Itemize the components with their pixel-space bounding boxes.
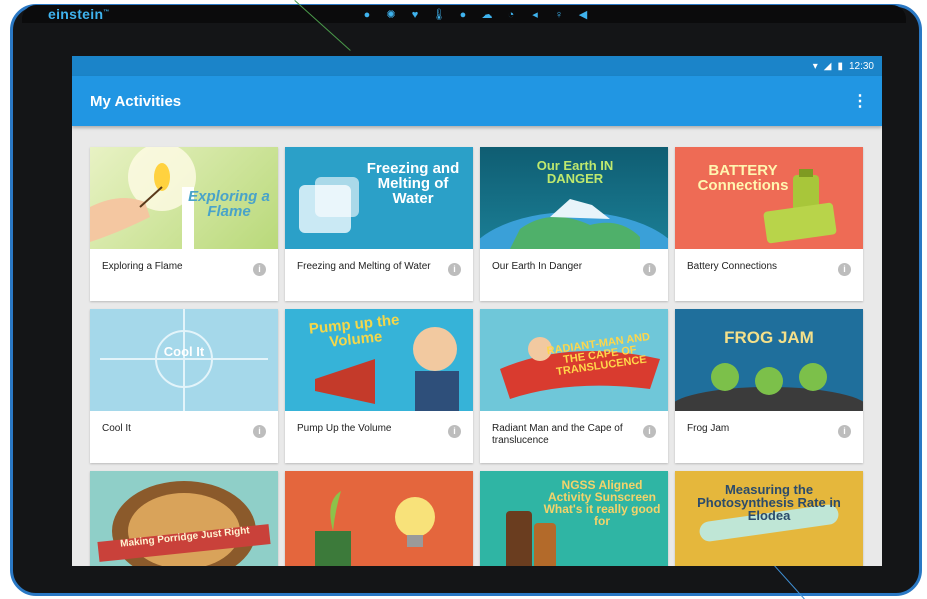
sun-icon: ✺ — [386, 9, 396, 21]
page-title: My Activities — [90, 92, 182, 110]
tablet-device: einstein™ ● ✺ ♥ 🌡 ● ☁ ◔ ◂ ♀ ◀ ▾ ◢ ▮ 12:3… — [0, 0, 927, 599]
tablet-screen: ▾ ◢ ▮ 12:30 My Activities ⋮ Exploring a … — [72, 56, 882, 566]
info-icon[interactable]: i — [643, 425, 656, 438]
activity-thumbnail: Pump up the Volume — [285, 309, 473, 411]
thumbnail-title: NGSS Aligned Activity Sunscreen What's i… — [543, 478, 661, 528]
thumbnail-title: Cool It — [163, 344, 205, 359]
activity-label: Exploring a Flame — [102, 261, 183, 272]
activity-thumbnail: Exploring a Flame — [90, 147, 278, 249]
overflow-menu-icon[interactable]: ⋮ — [852, 91, 868, 111]
activity-label: Cool It — [102, 423, 131, 434]
activity-label: Frog Jam — [687, 423, 730, 434]
activity-card-radiant-man[interactable]: RADIANT-MAN AND THE CAPE OF TRANSLUCENCE… — [480, 309, 668, 463]
signal-icon: ◢ — [823, 60, 832, 72]
activity-thumbnail: BATTERY Connections — [675, 147, 863, 249]
thumbnail-title: Our Earth IN DANGER — [536, 158, 614, 186]
activity-thumbnail: Our Earth IN DANGER — [480, 147, 668, 249]
brand-logo: einstein™ — [48, 6, 110, 22]
arrow-icon: ◂ — [532, 9, 538, 21]
activity-card-freezing-melting[interactable]: Freezing and Melting of Water Freezing a… — [285, 147, 473, 301]
activity-card-elodea[interactable]: Measuring the Photosynthesis Rate in Elo… — [675, 471, 863, 566]
activity-thumbnail — [285, 471, 473, 566]
clock: 12:30 — [848, 60, 874, 72]
snowflake-illustration — [100, 309, 268, 411]
activity-thumbnail: Making Porridge Just Right — [90, 471, 278, 566]
activity-label: Battery Connections — [687, 261, 778, 272]
activity-grid: Exploring a Flame Exploring a Flame i Fr… — [90, 147, 864, 566]
pin-icon: ● — [363, 9, 371, 21]
activity-thumbnail: Cool It — [90, 309, 278, 411]
thumbnail-title: BATTERY Connections — [697, 162, 789, 194]
gauge-icon: ◔ — [507, 9, 515, 21]
info-icon[interactable]: i — [448, 263, 461, 276]
status-bar: ▾ ◢ ▮ 12:30 — [72, 56, 882, 76]
info-icon[interactable]: i — [253, 263, 266, 276]
battery-icon: ▮ — [837, 60, 843, 72]
thumbnail-title: Measuring the Photosynthesis Rate in Elo… — [697, 482, 841, 523]
activity-card-frog-jam[interactable]: FROG JAM Frog Jam i — [675, 309, 863, 463]
cloud-icon: ☁ — [481, 9, 493, 21]
activity-label: Freezing and Melting of Water — [297, 261, 431, 272]
activity-card-sunscreen[interactable]: NGSS Aligned Activity Sunscreen What's i… — [480, 471, 668, 566]
activity-card-porridge[interactable]: Making Porridge Just Right — [90, 471, 278, 566]
thermometer-icon: 🌡 — [432, 9, 446, 21]
activity-card-light-bulb[interactable] — [285, 471, 473, 566]
app-bar: My Activities ⋮ — [72, 76, 882, 126]
info-icon[interactable]: i — [838, 425, 851, 438]
speaker-icon: ◀ — [578, 9, 588, 21]
drop-icon: ● — [459, 9, 467, 21]
thumbnail-title: Exploring a Flame — [188, 188, 270, 220]
info-icon[interactable]: i — [838, 263, 851, 276]
activity-thumbnail: Freezing and Melting of Water — [285, 147, 473, 249]
info-icon[interactable]: i — [643, 263, 656, 276]
key-icon: ♀ — [554, 9, 564, 21]
lightbulb-illustration — [315, 491, 435, 566]
activity-label: Pump Up the Volume — [297, 423, 392, 434]
sensor-icon-row: ● ✺ ♥ 🌡 ● ☁ ◔ ◂ ♀ ◀ — [360, 9, 590, 21]
info-icon[interactable]: i — [253, 425, 266, 438]
activity-card-exploring-a-flame[interactable]: Exploring a Flame Exploring a Flame i — [90, 147, 278, 301]
activity-label: Radiant Man and the Cape of translucence — [492, 423, 623, 446]
activity-card-pump-up[interactable]: Pump up the Volume Pump Up the Volume i — [285, 309, 473, 463]
activity-thumbnail: RADIANT-MAN AND THE CAPE OF TRANSLUCENCE — [480, 309, 668, 411]
activity-label: Our Earth In Danger — [492, 261, 583, 272]
wifi-icon: ▾ — [812, 60, 818, 72]
activity-card-cool-it[interactable]: Cool It Cool It i — [90, 309, 278, 463]
activity-thumbnail: Measuring the Photosynthesis Rate in Elo… — [675, 471, 863, 566]
porridge-illustration — [97, 481, 271, 566]
activity-card-our-earth[interactable]: Our Earth IN DANGER Our Earth In Danger … — [480, 147, 668, 301]
thumbnail-title: FROG JAM — [724, 328, 814, 347]
thumbnail-title: Freezing and Melting of Water — [366, 160, 460, 207]
info-icon[interactable]: i — [448, 425, 461, 438]
activity-card-battery[interactable]: BATTERY Connections Battery Connections … — [675, 147, 863, 301]
activity-thumbnail: NGSS Aligned Activity Sunscreen What's i… — [480, 471, 668, 566]
frog-band-illustration — [675, 363, 863, 411]
heart-icon: ♥ — [411, 9, 419, 21]
activity-thumbnail: FROG JAM — [675, 309, 863, 411]
